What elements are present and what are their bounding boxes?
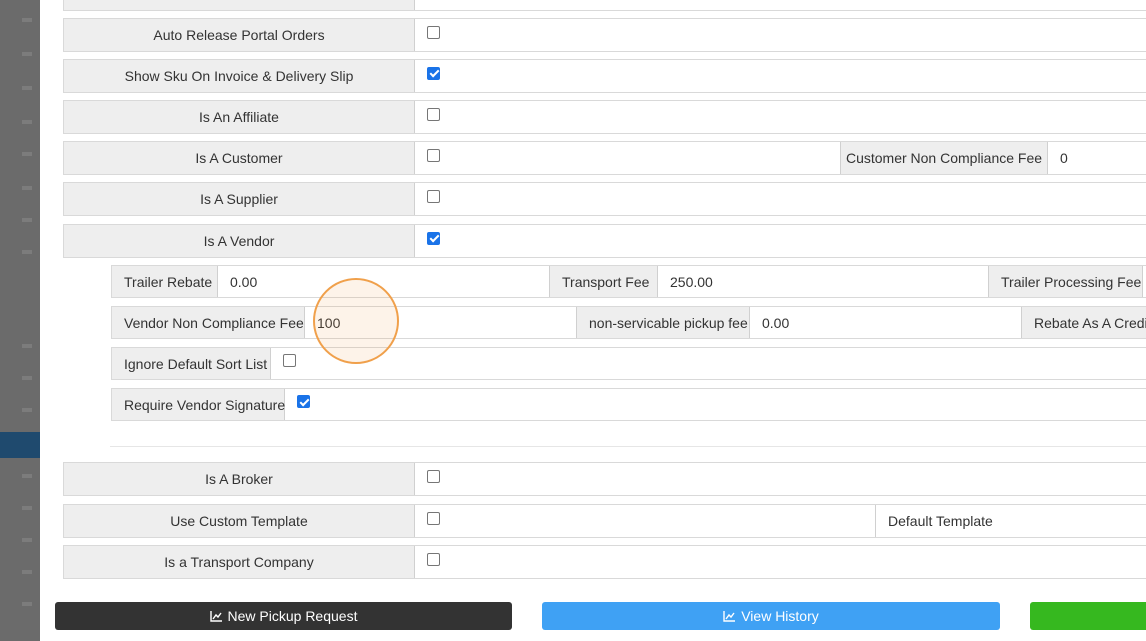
row-is-customer: Is A Customer Customer Non Compliance Fe… (63, 141, 1146, 175)
require-vendor-signature-cell (285, 389, 1146, 420)
row-ignore-default-sort-list: Ignore Default Sort List (111, 347, 1146, 380)
show-sku-label: Show Sku On Invoice & Delivery Slip (64, 60, 415, 92)
non-servicable-pickup-fee-input[interactable]: 0.00 (750, 307, 1021, 338)
row-is-affiliate: Is An Affiliate (63, 100, 1146, 134)
background-app (0, 0, 40, 641)
ignore-default-sort-list-checkbox[interactable] (283, 354, 296, 367)
is-transport-company-label: Is a Transport Company (64, 546, 415, 578)
background-menu-icon (22, 570, 32, 574)
is-vendor-cell (415, 225, 1146, 257)
is-affiliate-checkbox[interactable] (427, 107, 440, 121)
trailer-processing-fee-label: Trailer Processing Fee (988, 266, 1143, 297)
view-history-button[interactable]: View History (542, 602, 1000, 630)
background-menu-icon (22, 506, 32, 510)
save-button[interactable] (1030, 602, 1146, 630)
row-is-supplier: Is A Supplier (63, 182, 1146, 216)
background-menu-icon (22, 186, 32, 190)
form-row-clipped (63, 0, 1146, 11)
is-affiliate-label: Is An Affiliate (64, 101, 415, 133)
customer-non-compliance-fee-label: Customer Non Compliance Fee (840, 142, 1048, 174)
is-customer-cell (415, 142, 840, 174)
trailer-rebate-label: Trailer Rebate (112, 266, 218, 297)
row-use-custom-template: Use Custom Template Default Template (63, 504, 1146, 538)
view-history-label: View History (741, 608, 819, 624)
is-customer-checkbox[interactable] (427, 148, 440, 162)
background-menu-icon (22, 474, 32, 478)
auto-release-portal-orders-cell (415, 19, 1146, 51)
row-label (64, 0, 415, 10)
customer-non-compliance-fee-value: 0 (1060, 150, 1068, 166)
show-sku-checkbox[interactable] (427, 66, 440, 80)
is-vendor-label: Is A Vendor (64, 225, 415, 257)
is-supplier-label: Is A Supplier (64, 183, 415, 215)
require-vendor-signature-checkbox[interactable] (297, 395, 310, 408)
is-broker-checkbox[interactable] (427, 469, 440, 483)
non-servicable-pickup-fee-label: non-servicable pickup fee (576, 307, 750, 338)
rebate-as-credit-label: Rebate As A Credit (1021, 307, 1146, 338)
background-menu-icon (22, 538, 32, 542)
background-menu-icon (22, 218, 32, 222)
row-auto-release-portal-orders: Auto Release Portal Orders (63, 18, 1146, 52)
customer-non-compliance-fee-input[interactable]: 0 (1048, 142, 1146, 174)
is-affiliate-cell (415, 101, 1146, 133)
background-menu-icon (22, 250, 32, 254)
background-menu-icon (22, 376, 32, 380)
is-supplier-cell (415, 183, 1146, 215)
row-show-sku: Show Sku On Invoice & Delivery Slip (63, 59, 1146, 93)
settings-modal: Auto Release Portal Orders Show Sku On I… (40, 0, 1146, 641)
default-template-select[interactable]: Default Template (875, 505, 1146, 537)
background-menu-icon (22, 52, 32, 56)
is-broker-label: Is A Broker (64, 463, 415, 495)
line-chart-icon (209, 610, 222, 622)
is-broker-cell (415, 463, 1146, 495)
row-require-vendor-signature: Require Vendor Signature (111, 388, 1146, 421)
row-is-transport-company: Is a Transport Company (63, 545, 1146, 579)
background-menu-icon (22, 152, 32, 156)
is-supplier-checkbox[interactable] (427, 189, 440, 203)
row-vendor-fees-1: Trailer Rebate 0.00 Transport Fee 250.00… (111, 265, 1146, 298)
background-menu-icon (22, 344, 32, 348)
row-field (415, 0, 1146, 10)
row-is-broker: Is A Broker (63, 462, 1146, 496)
background-menu-icon (22, 86, 32, 90)
background-menu-icon (22, 120, 32, 124)
transport-fee-input[interactable]: 250.00 (658, 266, 988, 297)
require-vendor-signature-label: Require Vendor Signature (112, 389, 285, 420)
is-transport-company-cell (415, 546, 1146, 578)
background-menu-icon (22, 602, 32, 606)
auto-release-portal-orders-checkbox[interactable] (427, 25, 440, 39)
transport-fee-label: Transport Fee (549, 266, 658, 297)
ignore-default-sort-list-label: Ignore Default Sort List (112, 348, 271, 379)
use-custom-template-label: Use Custom Template (64, 505, 415, 537)
use-custom-template-checkbox[interactable] (427, 511, 440, 525)
section-divider (110, 446, 1146, 447)
background-active-item (0, 432, 40, 458)
trailer-rebate-value: 0.00 (230, 273, 258, 290)
non-servicable-pickup-fee-value: 0.00 (762, 314, 790, 331)
new-pickup-request-label: New Pickup Request (227, 608, 358, 624)
row-is-vendor: Is A Vendor (63, 224, 1146, 258)
default-template-value: Default Template (888, 513, 993, 529)
line-chart-icon (723, 610, 736, 622)
is-vendor-checkbox[interactable] (427, 231, 440, 245)
row-vendor-fees-2: Vendor Non Compliance Fee 100 non-servic… (111, 306, 1146, 339)
show-sku-cell (415, 60, 1146, 92)
click-indicator (313, 278, 399, 364)
use-custom-template-cell (415, 505, 875, 537)
is-transport-company-checkbox[interactable] (427, 552, 440, 566)
background-menu-icon (22, 408, 32, 412)
ignore-default-sort-list-cell (271, 348, 1146, 379)
vendor-non-compliance-fee-label: Vendor Non Compliance Fee (112, 307, 305, 338)
transport-fee-value: 250.00 (670, 273, 713, 290)
background-menu-icon (22, 18, 32, 22)
is-customer-label: Is A Customer (64, 142, 415, 174)
auto-release-portal-orders-label: Auto Release Portal Orders (64, 19, 415, 51)
new-pickup-request-button[interactable]: New Pickup Request (55, 602, 512, 630)
